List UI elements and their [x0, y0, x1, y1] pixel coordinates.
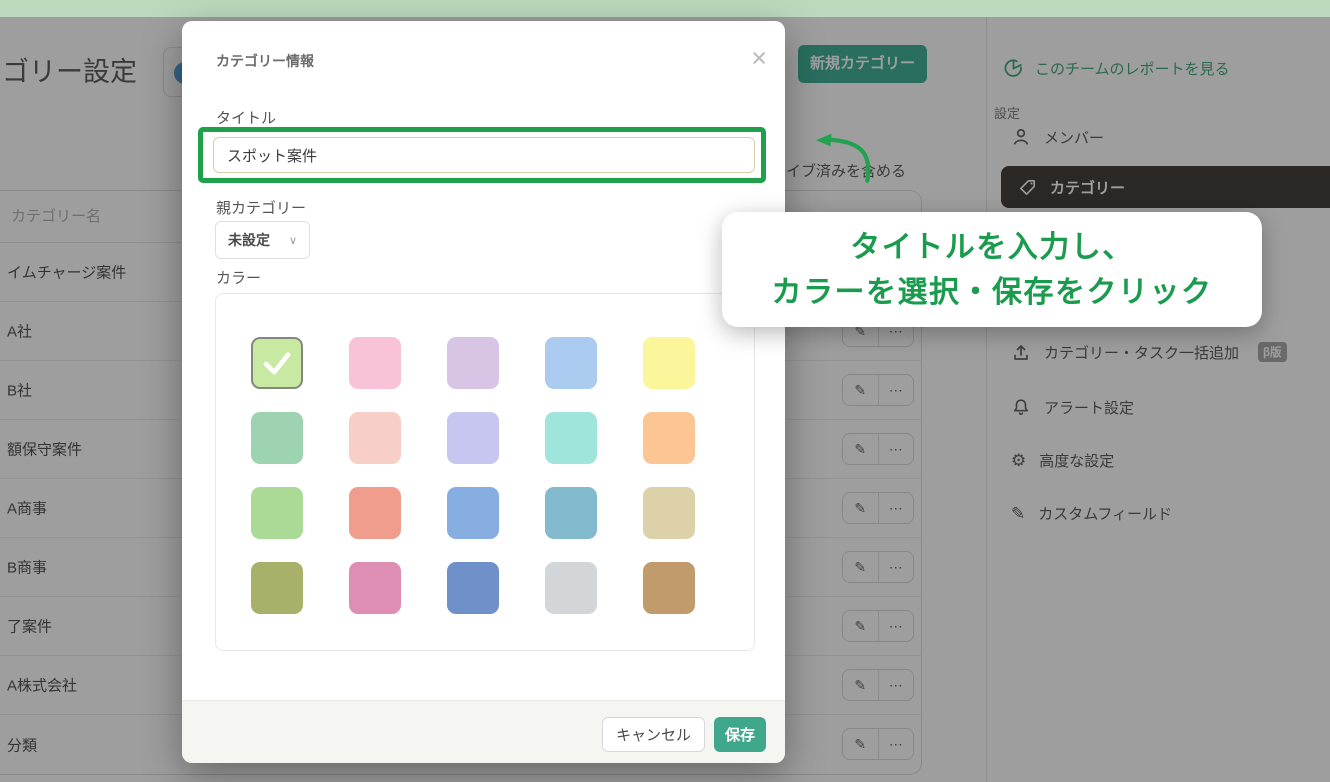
annotation-tooltip: タイトルを入力し、 カラーを選択・保存をクリック [722, 212, 1262, 327]
annotation-line2: カラーを選択・保存をクリック [772, 270, 1213, 315]
color-field-label: カラー [216, 267, 261, 288]
close-icon[interactable]: × [751, 45, 767, 72]
parent-category-select[interactable]: 未設定 ∨ [215, 221, 310, 259]
color-swatch[interactable] [643, 412, 695, 464]
color-swatch-selected[interactable] [251, 337, 303, 389]
color-swatch-grid [216, 294, 754, 614]
color-swatch[interactable] [545, 562, 597, 614]
color-swatch[interactable] [447, 562, 499, 614]
modal-footer: キャンセル 保存 [182, 700, 785, 763]
color-swatch[interactable] [349, 487, 401, 539]
top-accent-band [0, 0, 1330, 17]
color-swatch[interactable] [447, 337, 499, 389]
parent-category-label: 親カテゴリー [216, 197, 306, 218]
parent-category-value: 未設定 [228, 230, 270, 250]
color-swatch[interactable] [251, 487, 303, 539]
color-swatch[interactable] [447, 412, 499, 464]
title-field-label: タイトル [216, 107, 276, 128]
modal-title: カテゴリー情報 [216, 51, 314, 71]
category-info-modal: カテゴリー情報 × タイトル 親カテゴリー 未設定 ∨ カラー [182, 21, 785, 763]
color-swatch[interactable] [349, 562, 401, 614]
annotation-line1: タイトルを入力し、 [850, 225, 1134, 270]
chevron-down-icon: ∨ [289, 234, 297, 247]
color-swatch[interactable] [349, 412, 401, 464]
color-swatch[interactable] [643, 562, 695, 614]
title-input[interactable] [213, 137, 755, 173]
color-swatch[interactable] [545, 412, 597, 464]
color-swatch[interactable] [251, 562, 303, 614]
color-swatch[interactable] [251, 412, 303, 464]
color-swatch[interactable] [643, 337, 695, 389]
color-swatch[interactable] [447, 487, 499, 539]
cancel-button[interactable]: キャンセル [602, 717, 705, 752]
color-swatch[interactable] [545, 337, 597, 389]
save-button[interactable]: 保存 [714, 717, 766, 752]
color-swatch[interactable] [643, 487, 695, 539]
color-picker-panel [215, 293, 755, 651]
check-icon [253, 339, 301, 387]
color-swatch[interactable] [545, 487, 597, 539]
color-swatch[interactable] [349, 337, 401, 389]
